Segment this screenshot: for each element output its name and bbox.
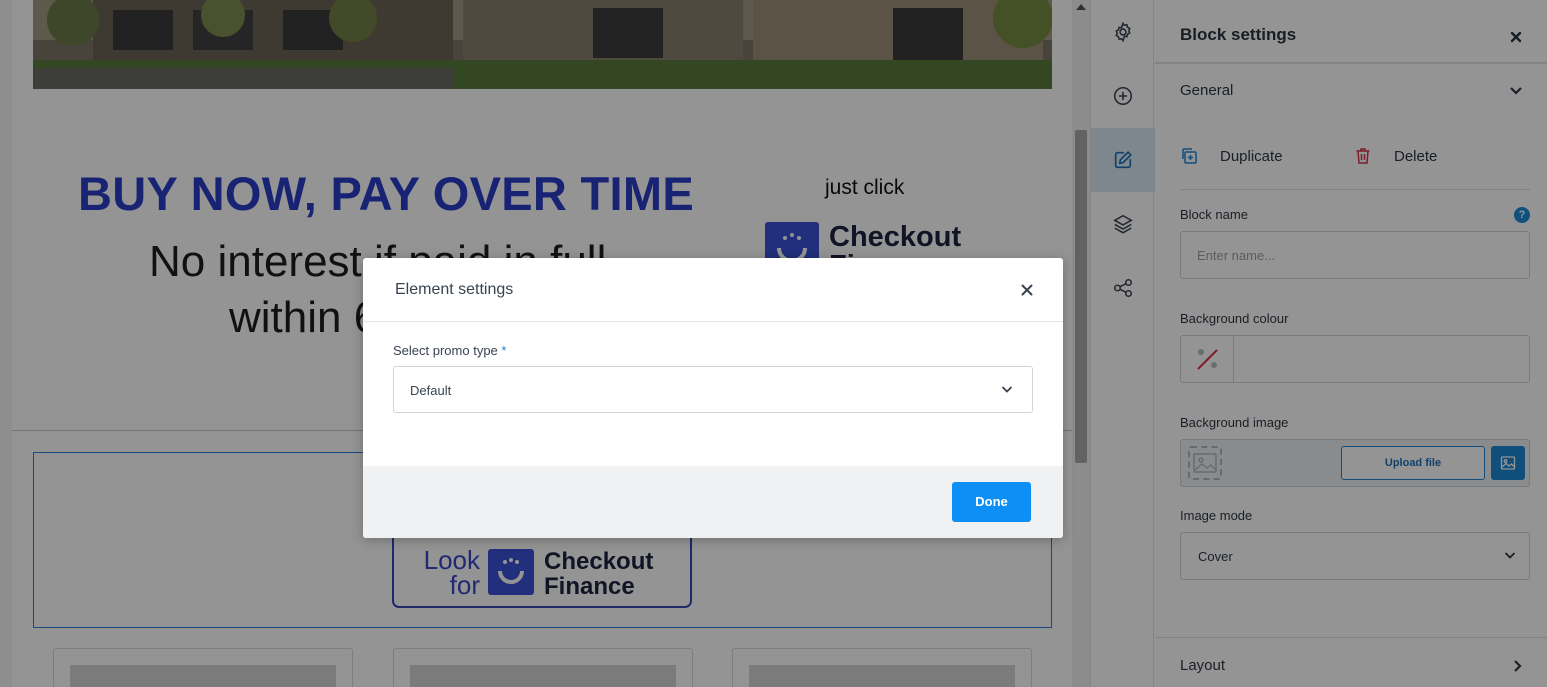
done-button[interactable]: Done bbox=[952, 482, 1031, 522]
modal-close-button[interactable] bbox=[1019, 282, 1035, 298]
modal-header: Element settings bbox=[363, 258, 1063, 322]
close-icon bbox=[1021, 284, 1033, 296]
promo-type-label: Select promo type * bbox=[393, 343, 506, 358]
required-marker: * bbox=[501, 343, 507, 358]
promo-type-select[interactable]: Default bbox=[393, 366, 1033, 413]
chevron-down-icon bbox=[1001, 386, 1013, 393]
element-settings-modal: Element settings Select promo type * Def… bbox=[363, 258, 1063, 538]
modal-footer: Done bbox=[363, 466, 1063, 538]
modal-title: Element settings bbox=[395, 281, 514, 298]
promo-type-value: Default bbox=[410, 383, 452, 398]
promo-type-label-text: Select promo type bbox=[393, 343, 498, 358]
